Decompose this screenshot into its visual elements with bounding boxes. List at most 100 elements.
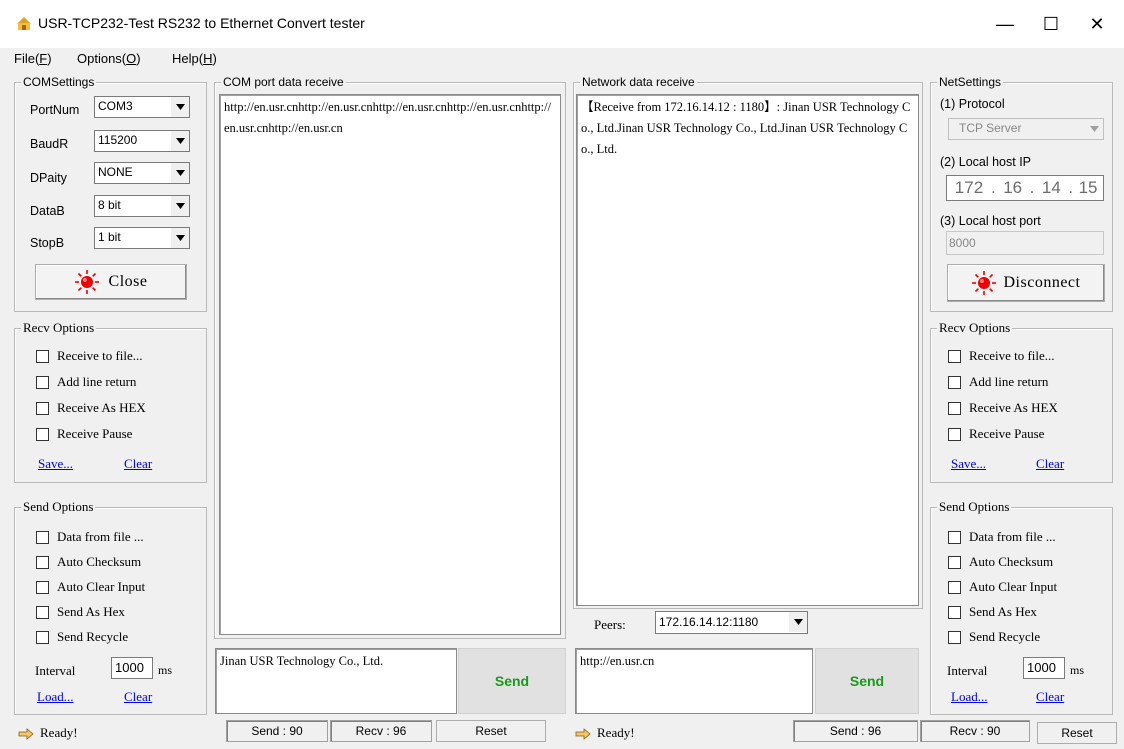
right-send-options-group: Send Options Data from file ... Auto Che… <box>930 500 1113 715</box>
com-send-button[interactable]: Send <box>458 648 566 714</box>
com-settings-group: COMSettings PortNum COM3 BaudR 115200 DP… <box>14 75 207 312</box>
parity-select[interactable]: NONE <box>94 162 190 184</box>
left-auto-clear-input-checkbox[interactable]: Auto Clear Input <box>36 579 145 595</box>
chevron-down-icon <box>170 97 189 117</box>
left-send-recycle-checkbox[interactable]: Send Recycle <box>36 629 128 645</box>
baud-select[interactable]: 115200 <box>94 130 190 152</box>
stopbits-label: StopB <box>30 236 65 250</box>
com-receive-textarea[interactable]: http://en.usr.cnhttp://en.usr.cnhttp://e… <box>219 94 561 635</box>
right-send-as-hex-checkbox[interactable]: Send As Hex <box>948 604 1037 620</box>
net-settings-group: NetSettings (1) Protocol TCP Server (2) … <box>930 75 1113 312</box>
maximize-icon: ☐ <box>1042 13 1060 34</box>
com-receive-group: COM port data receive http://en.usr.cnht… <box>214 75 566 639</box>
ip-octet-3: 14 <box>1041 178 1061 197</box>
net-receive-textarea[interactable]: 【Receive from 172.16.14.12 : 1180】: Jina… <box>576 94 919 606</box>
right-send-clear-link[interactable]: Clear <box>1036 689 1064 705</box>
red-light-icon <box>74 270 99 294</box>
right-send-load-link[interactable]: Load... <box>951 689 987 705</box>
right-interval-unit: ms <box>1070 663 1085 677</box>
ip-octet-2: 16 <box>1003 178 1023 197</box>
left-add-line-return-checkbox[interactable]: Add line return <box>36 374 136 390</box>
left-reset-button[interactable]: Reset <box>436 720 546 742</box>
com-settings-title: COMSettings <box>21 75 97 89</box>
right-send-count: Send : 96 <box>793 720 918 742</box>
right-send-recycle-checkbox[interactable]: Send Recycle <box>948 629 1040 645</box>
left-send-clear-link[interactable]: Clear <box>124 689 152 705</box>
right-recv-options-title: Recv Options <box>937 320 1013 335</box>
databits-select[interactable]: 8 bit <box>94 195 190 217</box>
left-send-options-title: Send Options <box>21 499 96 514</box>
window-title: USR-TCP232-Test RS232 to Ethernet Conver… <box>38 15 365 31</box>
com-send-textarea[interactable]: Jinan USR Technology Co., Ltd. <box>215 648 457 714</box>
menu-bar: File(F) Options(O) Help(H) <box>0 48 1124 70</box>
chevron-down-icon <box>170 228 189 248</box>
right-reset-button[interactable]: Reset <box>1037 722 1117 744</box>
left-send-as-hex-checkbox[interactable]: Send As Hex <box>36 604 125 620</box>
peers-select[interactable]: 172.16.14.12:1180 <box>655 611 808 634</box>
minimize-icon: — <box>996 13 1014 34</box>
left-interval-label: Interval <box>35 663 76 678</box>
chevron-down-icon <box>170 131 189 151</box>
port-select[interactable]: COM3 <box>94 96 190 118</box>
right-status-ready: Ready! <box>575 725 635 741</box>
app-icon <box>15 15 33 31</box>
right-interval-label: Interval <box>947 663 988 678</box>
right-auto-checksum-checkbox[interactable]: Auto Checksum <box>948 554 1053 570</box>
hand-pointer-icon <box>575 726 591 740</box>
left-send-count: Send : 90 <box>226 720 328 742</box>
com-close-button[interactable]: Close <box>35 264 187 300</box>
local-port-field[interactable]: 8000 <box>946 231 1104 255</box>
ip-octet-1: 172 <box>954 178 984 197</box>
left-recv-options-title: Recv Options <box>21 320 97 335</box>
right-recv-clear-link[interactable]: Clear <box>1036 456 1064 472</box>
net-settings-title: NetSettings <box>937 75 1004 89</box>
menu-file[interactable]: File(F) <box>14 51 52 66</box>
peers-label: Peers: <box>594 617 626 632</box>
left-receive-pause-checkbox[interactable]: Receive Pause <box>36 426 132 442</box>
right-recv-save-link[interactable]: Save... <box>951 456 986 472</box>
red-light-icon <box>971 271 996 295</box>
maximize-button[interactable]: ☐ <box>1028 0 1074 48</box>
right-interval-input[interactable]: 1000 <box>1023 657 1065 679</box>
parity-label: DPaity <box>30 171 67 185</box>
ip-octet-4: 15 <box>1078 178 1098 197</box>
right-add-line-return-checkbox[interactable]: Add line return <box>948 374 1048 390</box>
left-recv-save-link[interactable]: Save... <box>38 456 73 472</box>
left-auto-checksum-checkbox[interactable]: Auto Checksum <box>36 554 141 570</box>
left-send-load-link[interactable]: Load... <box>37 689 73 705</box>
hand-pointer-icon <box>18 726 34 740</box>
net-send-button[interactable]: Send <box>815 648 919 714</box>
minimize-button[interactable]: — <box>982 0 1028 48</box>
local-ip-label: (2) Local host IP <box>940 155 1032 169</box>
right-receive-to-file-checkbox[interactable]: Receive to file... <box>948 348 1055 364</box>
left-interval-unit: ms <box>158 663 173 677</box>
menu-help[interactable]: Help(H) <box>172 51 217 66</box>
protocol-select[interactable]: TCP Server <box>948 118 1104 140</box>
right-recv-count: Recv : 90 <box>920 720 1030 742</box>
left-receive-hex-checkbox[interactable]: Receive As HEX <box>36 400 146 416</box>
right-data-from-file-checkbox[interactable]: Data from file ... <box>948 529 1056 545</box>
local-ip-field[interactable]: 172. 16. 14. 15 <box>946 175 1104 201</box>
left-receive-to-file-checkbox[interactable]: Receive to file... <box>36 348 143 364</box>
chevron-down-icon <box>788 612 807 632</box>
right-receive-pause-checkbox[interactable]: Receive Pause <box>948 426 1044 442</box>
right-recv-options-group: Recv Options Receive to file... Add line… <box>930 321 1113 483</box>
right-auto-clear-input-checkbox[interactable]: Auto Clear Input <box>948 579 1057 595</box>
baud-label: BaudR <box>30 137 69 151</box>
net-receive-title: Network data receive <box>580 75 697 89</box>
net-send-textarea[interactable]: http://en.usr.cn <box>575 648 813 714</box>
left-data-from-file-checkbox[interactable]: Data from file ... <box>36 529 144 545</box>
menu-options[interactable]: Options(O) <box>77 51 141 66</box>
right-receive-hex-checkbox[interactable]: Receive As HEX <box>948 400 1058 416</box>
port-label: PortNum <box>30 103 80 117</box>
close-icon: ✕ <box>1089 13 1105 34</box>
databits-label: DataB <box>30 204 65 218</box>
net-receive-group: Network data receive 【Receive from 172.1… <box>573 75 923 609</box>
disconnect-button[interactable]: Disconnect <box>947 264 1105 302</box>
stopbits-select[interactable]: 1 bit <box>94 227 190 249</box>
close-button[interactable]: ✕ <box>1074 0 1120 48</box>
left-interval-input[interactable]: 1000 <box>111 657 153 679</box>
left-recv-clear-link[interactable]: Clear <box>124 456 152 472</box>
title-bar: USR-TCP232-Test RS232 to Ethernet Conver… <box>0 0 1124 48</box>
local-port-label: (3) Local host port <box>940 214 1041 228</box>
